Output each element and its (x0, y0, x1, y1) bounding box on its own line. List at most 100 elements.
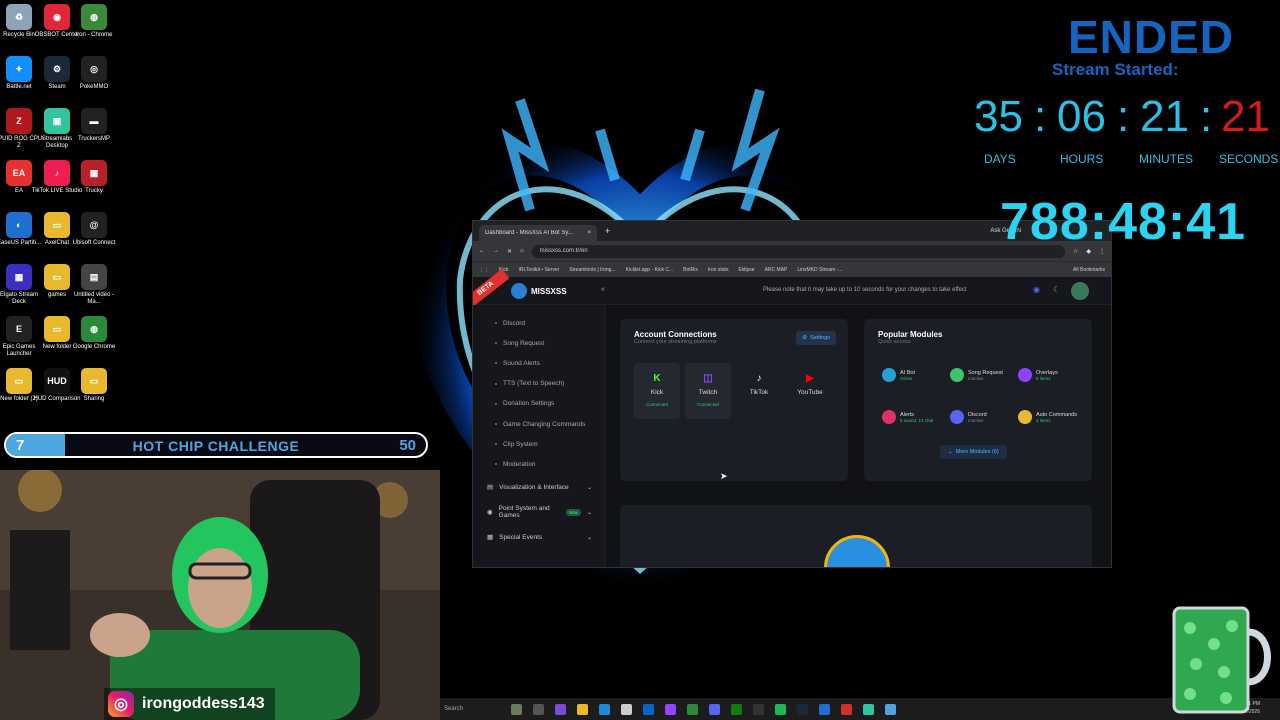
discord-icon[interactable] (709, 703, 720, 715)
bookmark-item[interactable]: Eklipse (738, 267, 754, 273)
chevron-down-icon: ⌄ (586, 534, 592, 541)
sidebar-item-label: Song Request (503, 339, 545, 347)
platform-kick-connection[interactable]: K Kick Connected (634, 363, 680, 419)
app-icon[interactable] (819, 703, 830, 715)
sidebar-item[interactable]: Moderation (473, 454, 604, 474)
settings-button[interactable]: ⚙ Settings (796, 331, 836, 345)
popular-modules-card: Popular Modules Quick access AI Bot Activ… (864, 319, 1092, 481)
notepad-icon[interactable] (885, 703, 896, 715)
discord-icon[interactable]: ◉ (1033, 285, 1040, 294)
stream-started-caption: Stream Started: (1052, 60, 1179, 79)
edge-icon[interactable] (599, 703, 610, 715)
desktop-icon[interactable]: ▦ Trucky (68, 160, 120, 195)
desktop-icon[interactable]: ▤ Untitled video - Ma... (68, 264, 120, 306)
new-tab-button[interactable]: + (605, 226, 610, 236)
desktop-icon[interactable]: ◍ Google Chrome (68, 316, 120, 351)
collapse-icon[interactable]: « (601, 286, 605, 293)
sidebar-group-label: Special Events (499, 533, 543, 541)
theme-toggle-icon[interactable]: ☾ (1053, 285, 1060, 294)
sidebar-item-label: TTS (Text to Speech) (503, 380, 565, 388)
file-explorer-icon[interactable] (577, 703, 588, 715)
bullet-icon (495, 362, 497, 365)
desktop-icon[interactable]: ▬ TruckersMP (68, 108, 120, 143)
back-icon[interactable]: ← (479, 248, 485, 254)
streamlabs-icon[interactable] (863, 703, 874, 715)
bullet-icon (495, 463, 497, 466)
store-icon[interactable] (621, 703, 632, 715)
desktop-icon-label: Google Chrome (72, 344, 116, 350)
chrome-icon[interactable] (687, 703, 698, 715)
bullet-icon (495, 382, 497, 385)
app-icon: ▤ (81, 264, 107, 290)
url-input[interactable]: missxss.com.tr/en (531, 244, 1065, 258)
sidebar-item[interactable]: Discord (473, 313, 604, 333)
outlook-icon[interactable] (643, 703, 654, 715)
bookmark-item[interactable]: Kicklet.app - Kick C... (626, 267, 674, 273)
desktop-icon[interactable]: ◎ PokeMMO (68, 56, 120, 91)
module-tile[interactable]: Overlays 6 items (1018, 355, 1084, 395)
all-bookmarks[interactable]: All Bookmarks (1073, 267, 1105, 273)
taskbar-search[interactable]: Search (440, 706, 500, 712)
twitch-icon[interactable] (665, 703, 676, 715)
bookmark-item[interactable]: BotRix (683, 267, 698, 273)
sidebar-group[interactable]: ▤ Visualization & Interface ⌄ (473, 475, 604, 500)
sidebar-item[interactable]: Clip System (473, 434, 604, 454)
search-icon[interactable] (511, 703, 522, 715)
platform-youtube-connection[interactable]: ▶ YouTube (787, 363, 833, 419)
home-icon[interactable]: ⌂ (520, 248, 524, 254)
platform-twitch-connection[interactable]: ◫ Twitch Connected (685, 363, 731, 419)
settings-label: Settings (810, 335, 830, 341)
webcam-image (0, 470, 440, 720)
desktop-icon-label: Untitled video - Ma... (73, 292, 115, 305)
bookmark-item[interactable]: Streamloots | Irong... (569, 267, 615, 273)
bookmark-item[interactable]: LinxMKD Stream -... (797, 267, 842, 273)
bookmark-item[interactable]: IRLToolkit • Server (518, 267, 559, 273)
steam-icon[interactable] (797, 703, 808, 715)
sidebar-group[interactable]: ◉ Point System and Games New ⌄ (473, 500, 604, 525)
stream-status: ENDED (1068, 11, 1235, 63)
app-icon: ▭ (44, 212, 70, 238)
copilot-icon[interactable] (555, 703, 566, 715)
desktop-icon-label: TruckersMP (77, 136, 111, 142)
bullet-icon (495, 402, 497, 405)
desktop-icon[interactable]: @ Ubisoft Connect (68, 212, 120, 247)
module-tile[interactable]: Alerts 5 sound, 14 chat (882, 397, 948, 437)
app-sidebar: Discord Song Request Sound Alerts TTS (Text… (473, 305, 605, 567)
close-icon[interactable]: × (587, 230, 591, 236)
module-tile[interactable]: Song Request Inactive (950, 355, 1016, 395)
more-modules-button[interactable]: ⌄ More Modules (6) (940, 445, 1007, 459)
module-tile[interactable]: Auto Commands 4 items (1018, 397, 1084, 437)
group-icon: ▤ (487, 484, 494, 491)
webcam-feed (0, 470, 440, 720)
countdown-seconds: 21 (1221, 92, 1270, 141)
module-tile[interactable]: AI Bot Active (882, 355, 948, 395)
browser-tab[interactable]: Dashboard - MissXss AI Bot Sy... × (479, 225, 597, 241)
group-icon: ▦ (487, 534, 494, 541)
reload-icon[interactable]: ✕ (507, 248, 512, 255)
bookmark-item[interactable]: ARC MAP (765, 267, 788, 273)
sidebar-item[interactable]: Song Request (473, 333, 604, 353)
sidebar-item[interactable]: Donation Settings (473, 394, 604, 414)
apps-grid-icon[interactable]: ⋮⋮ (479, 267, 489, 273)
sidebar-item[interactable]: Sound Alerts (473, 353, 604, 373)
platform-tiktok-connection[interactable]: ♪ TikTok (736, 363, 782, 419)
obs-icon[interactable] (753, 703, 764, 715)
desktop-icon[interactable]: ▭ Sharing (68, 368, 120, 403)
spotify-icon[interactable] (775, 703, 786, 715)
challenge-max: 50 (399, 437, 416, 454)
forward-icon[interactable]: → (493, 248, 499, 254)
task-view-icon[interactable] (533, 703, 544, 715)
bookmarks-bar: ⋮⋮ Kick IRLToolkit • Server Streamloots | I… (473, 261, 1111, 277)
sidebar-item[interactable]: TTS (Text to Speech) (473, 374, 604, 394)
sidebar-group[interactable]: ▦ Special Events ⌄ (473, 525, 604, 550)
sidebar-item[interactable]: Game Changing Commands (473, 414, 604, 434)
youtube-icon: ▶ (806, 372, 814, 384)
countdown-hours: 06 (1057, 92, 1106, 141)
xbox-icon[interactable] (731, 703, 742, 715)
module-tile[interactable]: Discord Inactive (950, 397, 1016, 437)
desktop-icon[interactable]: ◍ Iron - Chrome (68, 4, 120, 39)
maps-icon[interactable] (841, 703, 852, 715)
app-logo[interactable]: MISSXSS (511, 283, 567, 299)
bookmark-item[interactable]: Iron stats (708, 267, 729, 273)
avatar[interactable] (1071, 282, 1089, 300)
